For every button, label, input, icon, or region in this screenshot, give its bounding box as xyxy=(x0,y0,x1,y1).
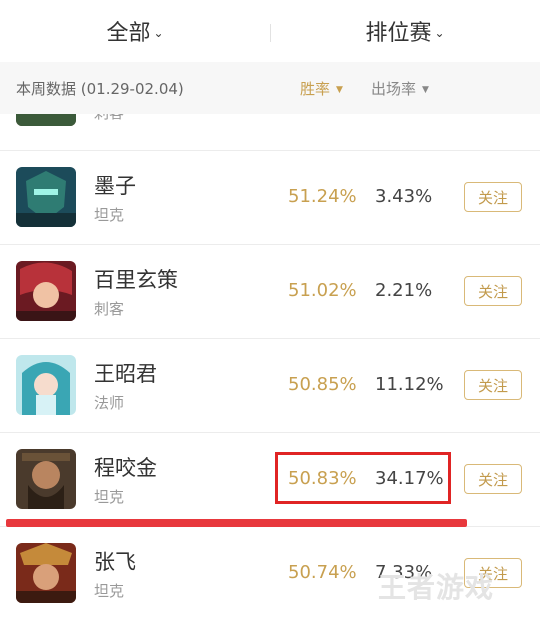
hero-avatar xyxy=(16,355,76,415)
hero-name: 程咬金 xyxy=(94,456,157,480)
highlight-box xyxy=(275,452,451,504)
hero-row[interactable]: 百里玄策 刺客 51.02% 2.21% 关注 xyxy=(0,244,540,339)
sort-winrate-label: 胜率 xyxy=(300,80,331,98)
chevron-down-icon: ⌄ xyxy=(434,26,445,40)
tab-all-label: 全部 xyxy=(106,21,151,46)
sort-winrate-button[interactable]: 胜率 ▼ xyxy=(300,78,343,99)
hero-pick-rate: 2.21% xyxy=(375,280,433,301)
chevron-down-icon: ⌄ xyxy=(153,26,164,40)
hero-row-partial[interactable]: 刺客 xyxy=(0,114,540,151)
hero-avatar xyxy=(16,114,76,126)
hero-avatar xyxy=(16,449,76,509)
hero-role: 坦克 xyxy=(94,488,125,506)
tab-all[interactable]: 全部 ⌄ xyxy=(0,0,270,62)
week-range-label: 本周数据 (01.29-02.04) xyxy=(16,80,184,98)
hero-avatar xyxy=(16,543,76,603)
tab-ranked[interactable]: 排位赛 ⌄ xyxy=(270,0,540,62)
hero-avatar xyxy=(16,261,76,321)
highlight-underline xyxy=(6,519,467,527)
hero-win-rate: 51.02% xyxy=(288,280,357,301)
hero-win-rate: 50.74% xyxy=(288,562,357,583)
hero-row[interactable]: 王昭君 法师 50.85% 11.12% 关注 xyxy=(0,338,540,433)
hero-name: 张飞 xyxy=(94,550,136,574)
hero-pick-rate: 11.12% xyxy=(375,374,444,395)
hero-row[interactable]: 程咬金 坦克 50.83% 34.17% 关注 xyxy=(0,432,540,527)
follow-button[interactable]: 关注 xyxy=(464,370,522,400)
follow-button[interactable]: 关注 xyxy=(464,464,522,494)
hero-name: 王昭君 xyxy=(94,362,157,386)
caret-down-icon: ▼ xyxy=(336,85,343,95)
hero-role: 坦克 xyxy=(94,206,125,224)
hero-win-rate: 50.85% xyxy=(288,374,357,395)
watermark-logo: 王者游戏 xyxy=(378,571,495,604)
follow-button[interactable]: 关注 xyxy=(464,182,522,212)
hero-row[interactable]: 墨子 坦克 51.24% 3.43% 关注 xyxy=(0,150,540,245)
hero-avatar xyxy=(16,167,76,227)
hero-name: 墨子 xyxy=(94,174,136,198)
tab-ranked-label: 排位赛 xyxy=(365,21,432,46)
hero-list: 刺客 墨子 坦克 51.24% 3.43% 关注 百里玄策 xyxy=(0,114,540,620)
sort-pickrate-button[interactable]: 出场率 ▼ xyxy=(371,78,429,99)
hero-name: 百里玄策 xyxy=(94,268,178,292)
hero-role: 刺客 xyxy=(94,114,124,123)
hero-pick-rate: 3.43% xyxy=(375,186,433,207)
follow-button[interactable]: 关注 xyxy=(464,276,522,306)
filter-bar: 本周数据 (01.29-02.04) 胜率 ▼ 出场率 ▼ xyxy=(0,62,540,114)
hero-role: 坦克 xyxy=(94,582,125,600)
caret-down-icon: ▼ xyxy=(422,85,429,95)
hero-role: 法师 xyxy=(94,394,125,412)
hero-role: 刺客 xyxy=(94,300,125,318)
tab-bar: 全部 ⌄ 排位赛 ⌄ xyxy=(0,0,540,63)
sort-pickrate-label: 出场率 xyxy=(371,80,417,98)
hero-win-rate: 51.24% xyxy=(288,186,357,207)
